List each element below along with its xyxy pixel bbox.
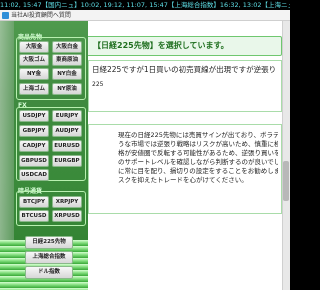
fx-button[interactable]: GBPUSD <box>19 155 49 167</box>
product-button[interactable]: 上海ゴム <box>19 83 49 95</box>
answer-line: に常に目を配り、損切りの設定をすることをお勧めします。明確な <box>118 167 278 175</box>
product-button[interactable]: 大阪ゴム <box>19 54 49 66</box>
product-button[interactable]: 大阪金 <box>19 41 49 53</box>
answer-text: 現在の日経225先物には売買サインが出ており、ボラティリティ うな市場では逆張り… <box>118 131 278 203</box>
app-icon <box>2 12 9 19</box>
scrollbar-thumb[interactable] <box>283 161 289 201</box>
product-button[interactable]: NY金 <box>19 68 49 80</box>
fx-button[interactable]: USDCAD <box>19 169 49 181</box>
selection-header-suffix: 】を選択しています。 <box>149 41 229 50</box>
selected-symbol-name: 日経225先物 <box>101 41 150 50</box>
selection-header: 【日経225先物】を選択しています。 <box>86 36 282 56</box>
product-button[interactable]: 大阪白金 <box>52 41 82 53</box>
fx-button[interactable]: EURGBP <box>52 155 82 167</box>
product-button[interactable]: NY白金 <box>52 68 82 80</box>
index-button[interactable]: 日経225先物 <box>25 236 73 249</box>
fx-button[interactable]: USDJPY <box>19 110 49 122</box>
answer-line: のサポートレベルを確認しながら判断するのが良いでしょう。また <box>118 158 278 166</box>
crypto-button[interactable]: XRPJPY <box>52 196 82 208</box>
crypto-button[interactable]: BTCJPY <box>19 196 49 208</box>
fx-button[interactable]: EURUSD <box>52 140 82 152</box>
answer-line: 格が安値圏で反転する可能性があるため、逆張り買いを行う場合は <box>118 149 278 157</box>
index-button[interactable]: ドル指数 <box>25 266 73 279</box>
answer-line: スクを抑えたトレードを心がけてください。 <box>118 176 248 184</box>
answer-line: 現在の日経225先物には売買サインが出ており、ボラティリティ <box>118 131 278 139</box>
window-title: 当社AI投資顧問へ質問 <box>11 12 71 19</box>
question-text: 日経225ですが1日買いの初売買線が出現ですが逆張り <box>92 65 277 74</box>
news-ticker: 11:02, 15:47【国内ニュ】10:02, 19:12, 11:07, 1… <box>0 0 290 10</box>
window-titlebar: 当社AI投資顧問へ質問 <box>0 10 290 21</box>
question-text-end: 225 <box>92 81 104 88</box>
fx-button[interactable]: EURJPY <box>52 110 82 122</box>
index-button[interactable]: 上海総合指数 <box>25 251 73 264</box>
product-button[interactable]: NY原油 <box>52 83 82 95</box>
selection-header-prefix: 【 <box>93 41 101 50</box>
fx-button[interactable]: GBPJPY <box>19 125 49 137</box>
crypto-button[interactable]: BTCUSD <box>19 210 49 222</box>
answer-line: うな市場では逆張り戦略はリスクが高いため、慎重に検討する必 <box>118 140 278 148</box>
vertical-scrollbar[interactable] <box>282 21 290 290</box>
crypto-button[interactable]: XRPUSD <box>52 210 82 222</box>
fx-button[interactable]: CADJPY <box>19 140 49 152</box>
product-button[interactable]: 東商原油 <box>52 54 82 66</box>
fx-button[interactable]: AUDJPY <box>52 125 82 137</box>
